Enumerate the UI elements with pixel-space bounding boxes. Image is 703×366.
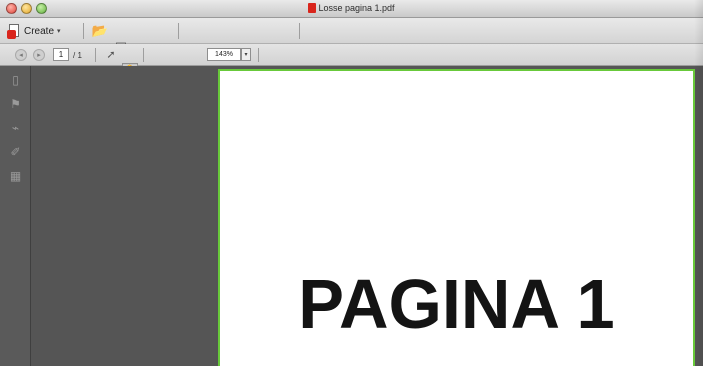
next-page-button[interactable]: ▸ [33,49,45,61]
create-caret-icon: ▾ [57,28,61,35]
window-edge-shadow [694,0,703,366]
toolbar-divider [143,48,144,62]
arrow-down-icon: ▸ [37,52,41,59]
chevron-down-icon: ▾ [244,52,248,58]
title-bar: Losse pagina 1.pdf [0,0,703,18]
page-heading: PAGINA 1 [298,265,615,343]
page-thumbnails-button[interactable]: ▯ [9,74,22,87]
create-label: Create [24,25,55,37]
bookmark-icon: ⚑ [10,97,21,111]
navigation-pane-rail: ▯ ⚑ ⌁ ✐ ▦ [0,66,31,366]
open-icon: 📂 [91,23,109,38]
toolbar-divider [258,48,259,62]
signature-icon: ✐ [10,145,21,159]
zoom-level-input[interactable]: 143% [207,48,241,61]
arrow-up-icon: ◂ [19,52,23,59]
document-pane[interactable]: PAGINA 1 [31,66,703,366]
navigation-toolbar: ◂ ▸ 1 / 1 ➚ ✋ ⌕ ⊖ ⊕ 143% ▾ ⊟ [0,44,703,157]
page-count-label: / 1 [73,50,82,60]
select-tool-button[interactable]: ➚ [103,47,119,63]
toolbar-divider [83,23,84,39]
attachments-button[interactable]: ⌁ [9,122,22,135]
toolbar-divider [95,48,96,62]
open-button[interactable]: 📂 [92,23,108,39]
cursor-arrow-icon: ➚ [106,49,116,61]
acrobat-window: Losse pagina 1.pdf Create ▾ 📂 ▤ ⎙ ✉ ⚙ ◌ [0,0,703,366]
create-button[interactable]: Create ▾ [4,22,64,40]
zoom-dropdown-button[interactable]: ▾ [241,48,251,61]
signatures-button[interactable]: ✐ [9,146,22,159]
pdf-page: PAGINA 1 [218,69,695,366]
toolbar-divider [299,23,300,39]
layers-button[interactable]: ▦ [9,170,22,183]
pages-icon: ▯ [12,73,19,87]
previous-page-button[interactable]: ◂ [15,49,27,61]
create-pdf-icon [7,23,21,39]
paperclip-icon: ⌁ [11,121,20,135]
pdf-file-icon [308,3,317,13]
page-number-input[interactable]: 1 [53,48,69,61]
bookmarks-button[interactable]: ⚑ [9,98,22,111]
toolbar-divider [178,23,179,39]
main-toolbar: Create ▾ 📂 ▤ ⎙ ✉ ⚙ ◌ ◈ ⎘ ⎗ [0,18,703,246]
layers-icon: ▦ [9,169,22,183]
window-title-area: Losse pagina 1.pdf [0,3,703,13]
window-title: Losse pagina 1.pdf [318,3,395,13]
